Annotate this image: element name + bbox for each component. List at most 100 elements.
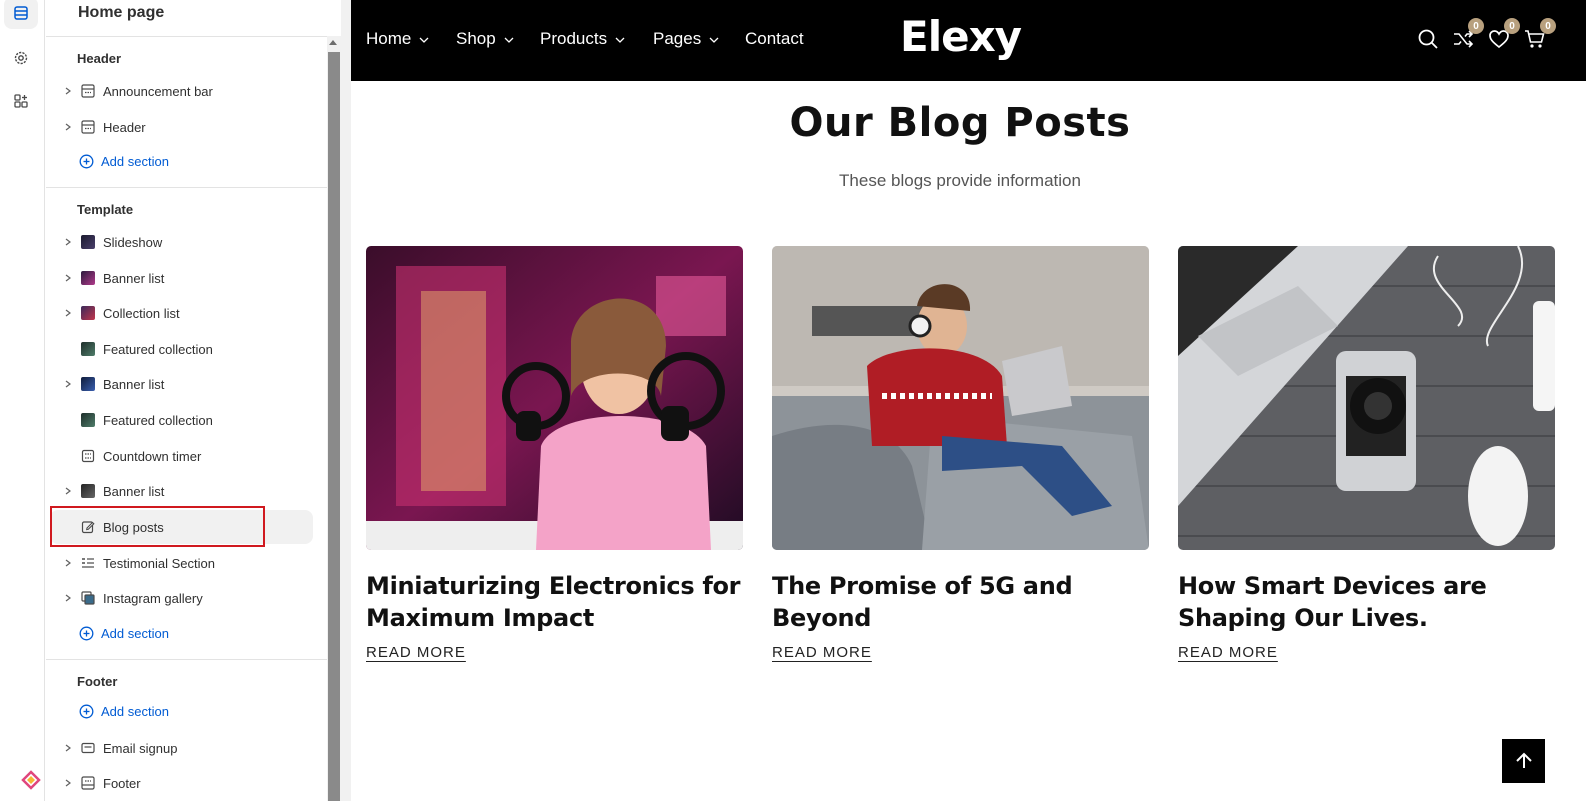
- section-featured-collection[interactable]: Featured collection: [50, 403, 313, 437]
- search-icon: [1418, 29, 1438, 49]
- section-label: Featured collection: [103, 341, 213, 357]
- add-section-header[interactable]: Add section: [79, 154, 169, 169]
- nav-label: Products: [540, 29, 608, 48]
- nav-label: Pages: [653, 29, 702, 48]
- chevron-right-icon[interactable]: [60, 87, 76, 95]
- section-slideshow[interactable]: Slideshow: [50, 225, 313, 259]
- scroll-up-arrow-icon[interactable]: [329, 40, 337, 45]
- section-testimonial[interactable]: Testimonial Section: [50, 546, 313, 580]
- image-thumb-icon: [80, 412, 96, 428]
- back-to-top-button[interactable]: [1502, 739, 1545, 783]
- blog-image-laptop-man[interactable]: [772, 246, 1149, 550]
- section-countdown-timer[interactable]: Countdown timer: [50, 439, 313, 473]
- wishlist-button[interactable]: 0: [1488, 18, 1520, 50]
- blog-card: Miniaturizing Electronics for Maximum Im…: [366, 246, 743, 662]
- blog-post-title[interactable]: Miniaturizing Electronics for Maximum Im…: [366, 570, 743, 634]
- cart-count-badge: 0: [1540, 18, 1556, 34]
- section-label: Banner list: [103, 376, 165, 392]
- chevron-down-icon: [615, 37, 625, 43]
- add-section-footer[interactable]: Add section: [79, 704, 169, 719]
- image-thumb-icon: [80, 376, 96, 392]
- nav-home[interactable]: Home: [366, 29, 429, 49]
- chevron-right-icon[interactable]: [60, 238, 76, 246]
- plus-circle-icon: [79, 154, 94, 169]
- chevron-right-icon[interactable]: [60, 594, 76, 602]
- section-banner-list[interactable]: Banner list: [50, 261, 313, 295]
- chevron-right-icon[interactable]: [60, 779, 76, 787]
- chevron-right-icon[interactable]: [60, 123, 76, 131]
- section-label: Banner list: [103, 483, 165, 499]
- page-title: Home page: [78, 4, 165, 21]
- add-section-template[interactable]: Add section: [79, 626, 169, 641]
- nav-pages[interactable]: Pages: [653, 29, 719, 49]
- section-label: Testimonial Section: [103, 555, 215, 571]
- section-email-signup[interactable]: Email signup: [50, 731, 313, 765]
- blog-image-camera-desk[interactable]: [1178, 246, 1555, 550]
- section-footer[interactable]: Footer: [50, 766, 313, 800]
- section-instagram-gallery[interactable]: Instagram gallery: [50, 581, 313, 615]
- nav-label: Home: [366, 29, 412, 48]
- section-collection-list[interactable]: Collection list: [50, 296, 313, 330]
- blog-card: The Promise of 5G and Beyond READ MORE: [772, 246, 1149, 662]
- plus-circle-icon: [79, 626, 94, 641]
- search-button[interactable]: [1417, 28, 1439, 50]
- store-logo[interactable]: Elexy: [900, 12, 1022, 61]
- chevron-down-icon: [419, 37, 429, 43]
- read-more-link[interactable]: READ MORE: [772, 644, 872, 661]
- layout-icon: [80, 775, 96, 791]
- sections-sidebar: Home page Header Announcement bar Header…: [46, 0, 327, 801]
- section-banner-list[interactable]: Banner list: [50, 367, 313, 401]
- sections-icon: [14, 6, 28, 20]
- blog-post-title[interactable]: The Promise of 5G and Beyond: [772, 570, 1149, 634]
- chevron-right-icon[interactable]: [60, 559, 76, 567]
- section-label: Countdown timer: [103, 448, 202, 464]
- section-label: Slideshow: [103, 234, 163, 250]
- list-icon: [80, 555, 96, 571]
- section-label: Banner list: [103, 270, 165, 286]
- section-label: Footer: [103, 775, 141, 791]
- section-banner-list[interactable]: Banner list: [50, 474, 313, 508]
- cart-button[interactable]: 0: [1524, 18, 1556, 50]
- preview-gutter: [341, 0, 351, 801]
- app-logo-icon: [21, 770, 41, 790]
- chevron-right-icon[interactable]: [60, 309, 76, 317]
- blog-card: How Smart Devices are Shaping Our Lives.…: [1178, 246, 1555, 662]
- nav-products[interactable]: Products: [540, 29, 625, 49]
- arrow-up-icon: [1515, 752, 1532, 768]
- section-announcement-bar[interactable]: Announcement bar: [50, 74, 313, 108]
- section-featured-collection[interactable]: Featured collection: [50, 332, 313, 366]
- read-more-link[interactable]: READ MORE: [366, 644, 466, 661]
- blog-image-headphones[interactable]: [366, 246, 743, 550]
- nav-contact[interactable]: Contact: [745, 29, 804, 49]
- wishlist-count-badge: 0: [1504, 18, 1520, 34]
- section-label: Header: [103, 119, 146, 135]
- timer-icon: [80, 448, 96, 464]
- nav-shop[interactable]: Shop: [456, 29, 514, 49]
- blog-post-title[interactable]: How Smart Devices are Shaping Our Lives.: [1178, 570, 1555, 634]
- layout-icon: [80, 83, 96, 99]
- divider: [46, 187, 327, 188]
- add-section-label: Add section: [101, 704, 169, 719]
- chevron-right-icon[interactable]: [60, 380, 76, 388]
- sections-nav-button[interactable]: [4, 0, 38, 29]
- chevron-right-icon[interactable]: [60, 274, 76, 282]
- nav-label: Shop: [456, 29, 496, 48]
- read-more-link[interactable]: READ MORE: [1178, 644, 1278, 661]
- nav-label: Contact: [745, 29, 804, 48]
- compare-button[interactable]: 0: [1452, 18, 1484, 50]
- section-header[interactable]: Header: [50, 110, 313, 144]
- store-navbar: Home Shop Products Pages Contact Elexy 0…: [351, 0, 1586, 81]
- section-label: Featured collection: [103, 412, 213, 428]
- chevron-right-icon[interactable]: [60, 744, 76, 752]
- section-label: Instagram gallery: [103, 590, 203, 606]
- section-label: Collection list: [103, 305, 180, 321]
- sidebar-scrollbar-thumb[interactable]: [328, 52, 340, 801]
- settings-nav-button[interactable]: [4, 42, 38, 74]
- apps-icon: [14, 94, 28, 108]
- apps-nav-button[interactable]: [4, 85, 38, 117]
- plus-circle-icon: [79, 704, 94, 719]
- storefront-preview: Home Shop Products Pages Contact Elexy 0…: [351, 0, 1586, 801]
- chevron-right-icon[interactable]: [60, 487, 76, 495]
- add-section-label: Add section: [101, 626, 169, 641]
- gear-icon: [14, 51, 28, 65]
